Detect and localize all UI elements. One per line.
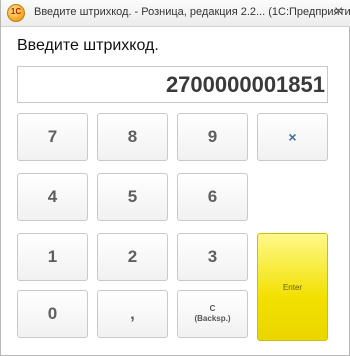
enter-button[interactable]: Enter [257,233,328,341]
key-9[interactable]: 9 [177,113,248,161]
title-bar: 1С Введите штрихкод. - Розница, редакция… [1,0,350,27]
barcode-input[interactable]: 2700000001851 [17,66,328,103]
backspace-label-text: (Backsp.) [194,314,231,323]
key-8[interactable]: 8 [97,113,168,161]
clear-icon: × [288,129,297,145]
key-3[interactable]: 3 [177,233,248,281]
barcode-input-window: 1С Введите штрихкод. - Розница, редакция… [0,0,350,356]
key-comma[interactable]: , [97,290,168,338]
clear-button[interactable]: × [257,113,328,161]
key-4[interactable]: 4 [17,173,88,221]
key-2[interactable]: 2 [97,233,168,281]
backspace-label-c: C [209,304,216,313]
key-0[interactable]: 0 [17,290,88,338]
key-7[interactable]: 7 [17,113,88,161]
window-title: Введите штрихкод. - Розница, редакция 2.… [34,6,350,18]
key-5[interactable]: 5 [97,173,168,221]
prompt-label: Введите штрихкод. [17,37,159,54]
key-6[interactable]: 6 [177,173,248,221]
app-icon-label: 1С [10,7,22,16]
1c-app-icon: 1С [7,4,25,22]
close-icon[interactable]: × [334,3,343,21]
backspace-button[interactable]: C (Backsp.) [177,290,248,338]
key-1[interactable]: 1 [17,233,88,281]
